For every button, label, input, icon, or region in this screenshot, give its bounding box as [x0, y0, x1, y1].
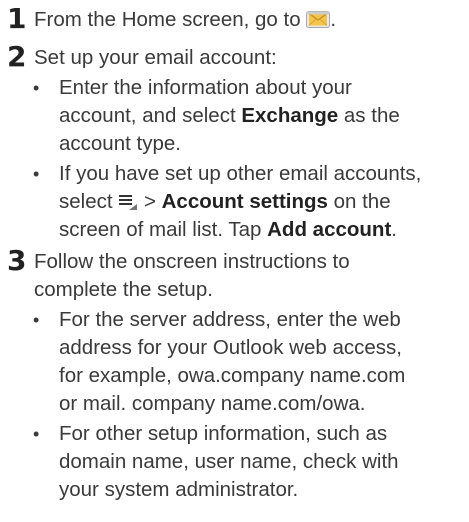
- bullet-line: address for your Outlook web access,: [59, 336, 402, 359]
- bullet: •: [33, 164, 40, 184]
- account-settings-label: Account settings: [161, 190, 328, 213]
- menu-icon: [118, 191, 138, 219]
- bullet-line: If you have set up other email accounts,: [59, 162, 422, 185]
- bullet-line: For the server address, enter the web: [59, 308, 401, 331]
- bullet: •: [33, 424, 40, 444]
- bullet-line: domain name, user name, check with: [59, 450, 399, 473]
- bullet-line: select > Account settings on the: [59, 188, 391, 219]
- email-app-icon: [306, 9, 331, 37]
- bullet: •: [33, 78, 40, 98]
- bullet-line: for example, owa.company name.com: [59, 364, 406, 387]
- bullet-line: account type.: [59, 132, 181, 155]
- step-1-text: From the Home screen, go to .: [34, 6, 336, 37]
- bullet-line: your system administrator.: [59, 478, 299, 501]
- step-3-text: complete the setup.: [34, 278, 213, 301]
- exchange-label: Exchange: [241, 104, 339, 127]
- step-number: 3: [7, 244, 27, 277]
- bullet-line: or mail. company name.com/owa.: [59, 392, 366, 415]
- add-account-label: Add account: [267, 218, 392, 241]
- step-number: 1: [7, 2, 27, 35]
- step-3-text: Follow the onscreen instructions to: [34, 250, 350, 273]
- bullet-line: screen of mail list. Tap Add account.: [59, 218, 397, 241]
- bullet-line: account, and select Exchange as the: [59, 104, 400, 127]
- bullet-line: For other setup information, such as: [59, 422, 388, 445]
- step-number: 2: [7, 40, 27, 73]
- bullet: •: [33, 310, 40, 330]
- step-2-text: Set up your email account:: [34, 46, 277, 69]
- bullet-line: Enter the information about your: [59, 76, 352, 99]
